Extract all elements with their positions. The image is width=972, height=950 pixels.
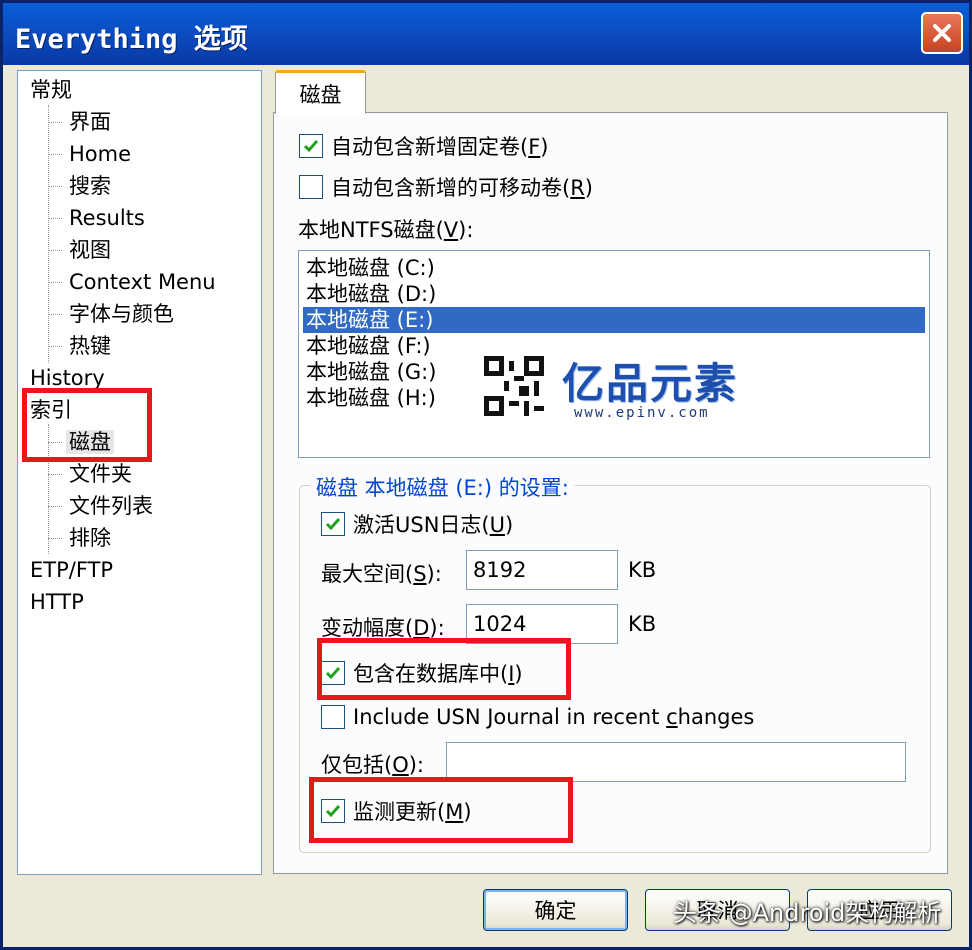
enable-usn-checkbox[interactable]: 激活USN日志(U)	[321, 510, 513, 538]
max-size-unit: KB	[628, 558, 657, 582]
include-only-input[interactable]	[446, 742, 906, 782]
checkbox-label: 自动包含新增固定卷(F)	[331, 135, 549, 159]
tree-item-label: Context Menu	[69, 270, 216, 294]
tree-item-label: 视图	[69, 238, 111, 262]
checkbox-box[interactable]	[321, 705, 345, 729]
title-bar[interactable]: Everything 选项	[3, 3, 969, 65]
delta-unit: KB	[628, 612, 657, 636]
tree-item-label: 文件夹	[69, 462, 132, 486]
drive-list-item[interactable]: 本地磁盘 (E:)	[303, 307, 925, 333]
tree-item[interactable]: 文件夹	[69, 459, 132, 489]
tree-item-label: Home	[69, 142, 132, 166]
checkbox-box[interactable]	[299, 134, 323, 158]
tree-item[interactable]: 界面	[69, 107, 111, 137]
auto-removable-checkbox[interactable]: 自动包含新增的可移动卷(R)	[299, 173, 593, 201]
tree-connector	[48, 250, 62, 251]
highlight-monitor	[309, 777, 573, 843]
group-title: 磁盘 本地磁盘 (E:) 的设置:	[310, 472, 575, 502]
tree-connector	[48, 282, 62, 283]
tree-item[interactable]: Results	[69, 203, 145, 233]
tree-connector	[48, 506, 62, 507]
tree-connector	[48, 538, 62, 539]
tree-item[interactable]: Home	[69, 139, 131, 169]
check-icon	[303, 140, 319, 153]
qr-code-icon	[484, 356, 544, 416]
checkbox-label: Include USN Journal in recent changes	[353, 705, 755, 729]
checkbox-label: 自动包含新增的可移动卷(R)	[331, 176, 593, 200]
highlight-include-db	[317, 638, 571, 700]
tree-item[interactable]: ETP/FTP	[30, 555, 113, 585]
tree-item[interactable]: 排除	[69, 523, 111, 553]
tree-connector	[48, 186, 62, 187]
tree-connector	[48, 474, 62, 475]
tree-item[interactable]: Context Menu	[69, 267, 216, 297]
tree-item-label: 界面	[69, 110, 111, 134]
highlight-index-disk	[22, 388, 152, 462]
tree-item-label: 常规	[30, 78, 72, 102]
tree-item-label: HTTP	[30, 590, 84, 614]
tree-connector	[48, 346, 62, 347]
tree-item-label: 字体与颜色	[69, 302, 174, 326]
tree-item-label: 文件列表	[69, 494, 153, 518]
tree-connector	[48, 122, 62, 123]
check-icon	[325, 518, 341, 531]
ok-button[interactable]: 确定	[483, 889, 628, 931]
drive-list-item[interactable]: 本地磁盘 (D:)	[303, 281, 925, 307]
tree-item[interactable]: 搜索	[69, 171, 111, 201]
tree-item-label: 热键	[69, 334, 111, 358]
tree-item-label: ETP/FTP	[30, 558, 114, 582]
tree-item[interactable]: HTTP	[30, 587, 84, 617]
tree-connector	[48, 154, 62, 155]
tree-item-label: 排除	[69, 526, 111, 550]
tree-item[interactable]: 视图	[69, 235, 111, 265]
tab-disk[interactable]: 磁盘	[275, 70, 366, 114]
tree-item[interactable]: 热键	[69, 331, 111, 361]
tree-connector	[48, 105, 49, 363]
ntfs-disks-label: 本地NTFS磁盘(V):	[298, 218, 474, 242]
close-icon	[933, 24, 951, 42]
tree-item[interactable]: 常规	[30, 75, 72, 105]
tree-item[interactable]: 文件列表	[69, 491, 153, 521]
close-button[interactable]	[921, 12, 963, 54]
watermark-credit: 头条 @Android架构解析	[673, 899, 942, 927]
checkbox-label: 激活USN日志(U)	[353, 513, 514, 537]
tree-item-label: Results	[69, 206, 145, 230]
watermark-brand: 亿品元素	[562, 360, 739, 407]
max-size-input[interactable]: 8192	[466, 550, 618, 590]
tree-connector	[48, 218, 62, 219]
tree-item-label: 搜索	[69, 174, 111, 198]
window-title: Everything 选项	[15, 24, 248, 55]
category-tree[interactable]	[17, 70, 262, 875]
tree-item-label: History	[30, 366, 105, 390]
watermark-url: www.epinv.com	[574, 405, 710, 421]
include-only-label: 仅包括(O):	[321, 753, 425, 777]
tree-item[interactable]: 字体与颜色	[69, 299, 174, 329]
include-usn-recent-checkbox[interactable]: Include USN Journal in recent changes	[321, 703, 754, 731]
checkbox-box[interactable]	[321, 512, 345, 536]
checkbox-box[interactable]	[299, 175, 323, 199]
drive-list-item[interactable]: 本地磁盘 (C:)	[303, 255, 925, 281]
tree-connector	[48, 314, 62, 315]
max-size-label: 最大空间(S):	[321, 562, 442, 586]
auto-fixed-checkbox[interactable]: 自动包含新增固定卷(F)	[299, 132, 549, 160]
